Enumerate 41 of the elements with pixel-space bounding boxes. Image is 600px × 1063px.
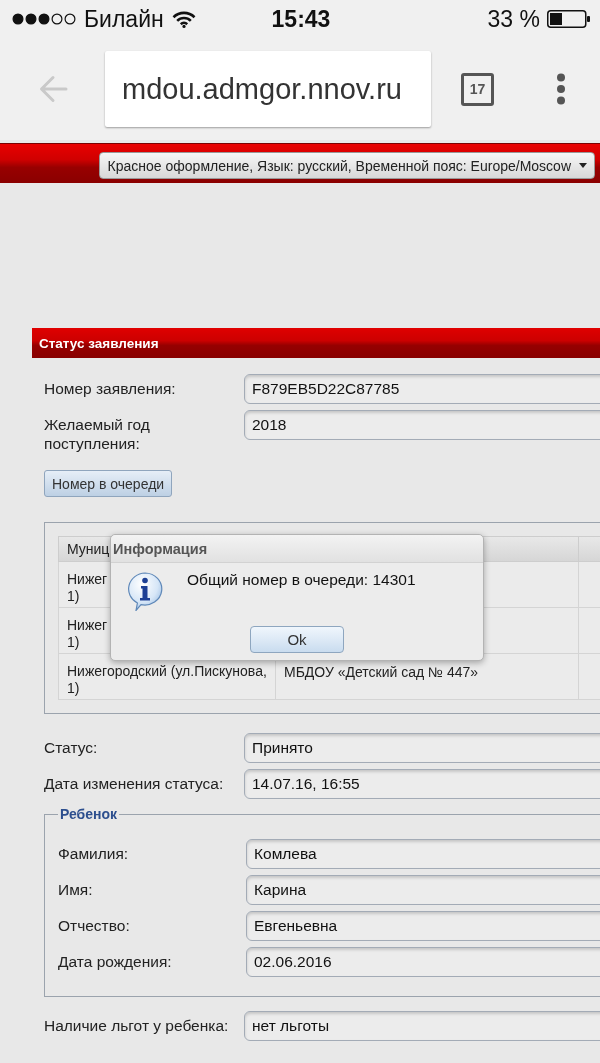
table-text: Нижегородский (ул.Пискунова, 1) — [67, 663, 267, 697]
table-text: Нижег 1) — [67, 617, 108, 651]
more-menu-icon[interactable] — [556, 73, 566, 105]
dialog-title: Информация — [113, 540, 208, 557]
section-legend: Ребенок — [58, 806, 120, 822]
carrier-name: Билайн — [84, 5, 164, 33]
input-field[interactable]: 2018 — [244, 410, 600, 440]
battery-percent: 33 % — [487, 5, 540, 33]
input-field[interactable]: Комлева — [246, 839, 600, 869]
signal-strength-icon — [12, 13, 76, 25]
input-field[interactable]: Евгеньевна — [246, 911, 600, 941]
field-label: Желаемый год поступления: — [44, 415, 151, 453]
preferences-dropdown[interactable]: Красное оформление, Язык: русский, Временной пояс: Europe/Moscow — [98, 152, 595, 179]
ok-button[interactable]: Ok — [250, 626, 344, 653]
column-header: Муниц — [67, 541, 110, 557]
panel-header: Статус заявления — [32, 328, 600, 358]
input-field[interactable]: нет льготы — [244, 1011, 600, 1041]
battery-icon — [547, 10, 590, 28]
field-label: Имя: — [58, 880, 94, 900]
address-field[interactable]: mdou.admgor.nnov.ru — [105, 51, 431, 127]
clock-time: 15:43 — [271, 5, 331, 33]
field-label: Дата изменения статуса: — [44, 774, 225, 794]
input-field[interactable]: F879EB5D22C87785 — [244, 374, 600, 404]
info-icon — [125, 571, 165, 611]
input-field[interactable]: Принято — [244, 733, 600, 763]
dialog-message: Общий номер в очереди: 14301 — [187, 571, 416, 589]
table-text: МБДОУ «Детский сад № 447» — [284, 664, 479, 681]
input-field[interactable]: 14.07.16, 16:55 — [244, 769, 600, 799]
wifi-icon — [171, 10, 196, 28]
field-label: Наличие льгот у ребенка: — [44, 1016, 230, 1036]
field-label: Статус: — [44, 738, 99, 758]
field-label: Отчество: — [58, 916, 131, 936]
field-label: Дата рождения: — [58, 952, 173, 972]
table-text: Нижег 1) — [67, 571, 108, 605]
input-field[interactable]: 02.06.2016 — [246, 947, 600, 977]
field-label: Номер заявления: — [44, 379, 177, 399]
input-field[interactable]: Карина — [246, 875, 600, 905]
field-label: Фамилия: — [58, 844, 130, 864]
tab-switcher-button[interactable]: 17 — [461, 72, 494, 106]
caret-icon — [579, 163, 587, 168]
queue-number-button[interactable]: Номер в очереди — [44, 470, 173, 497]
